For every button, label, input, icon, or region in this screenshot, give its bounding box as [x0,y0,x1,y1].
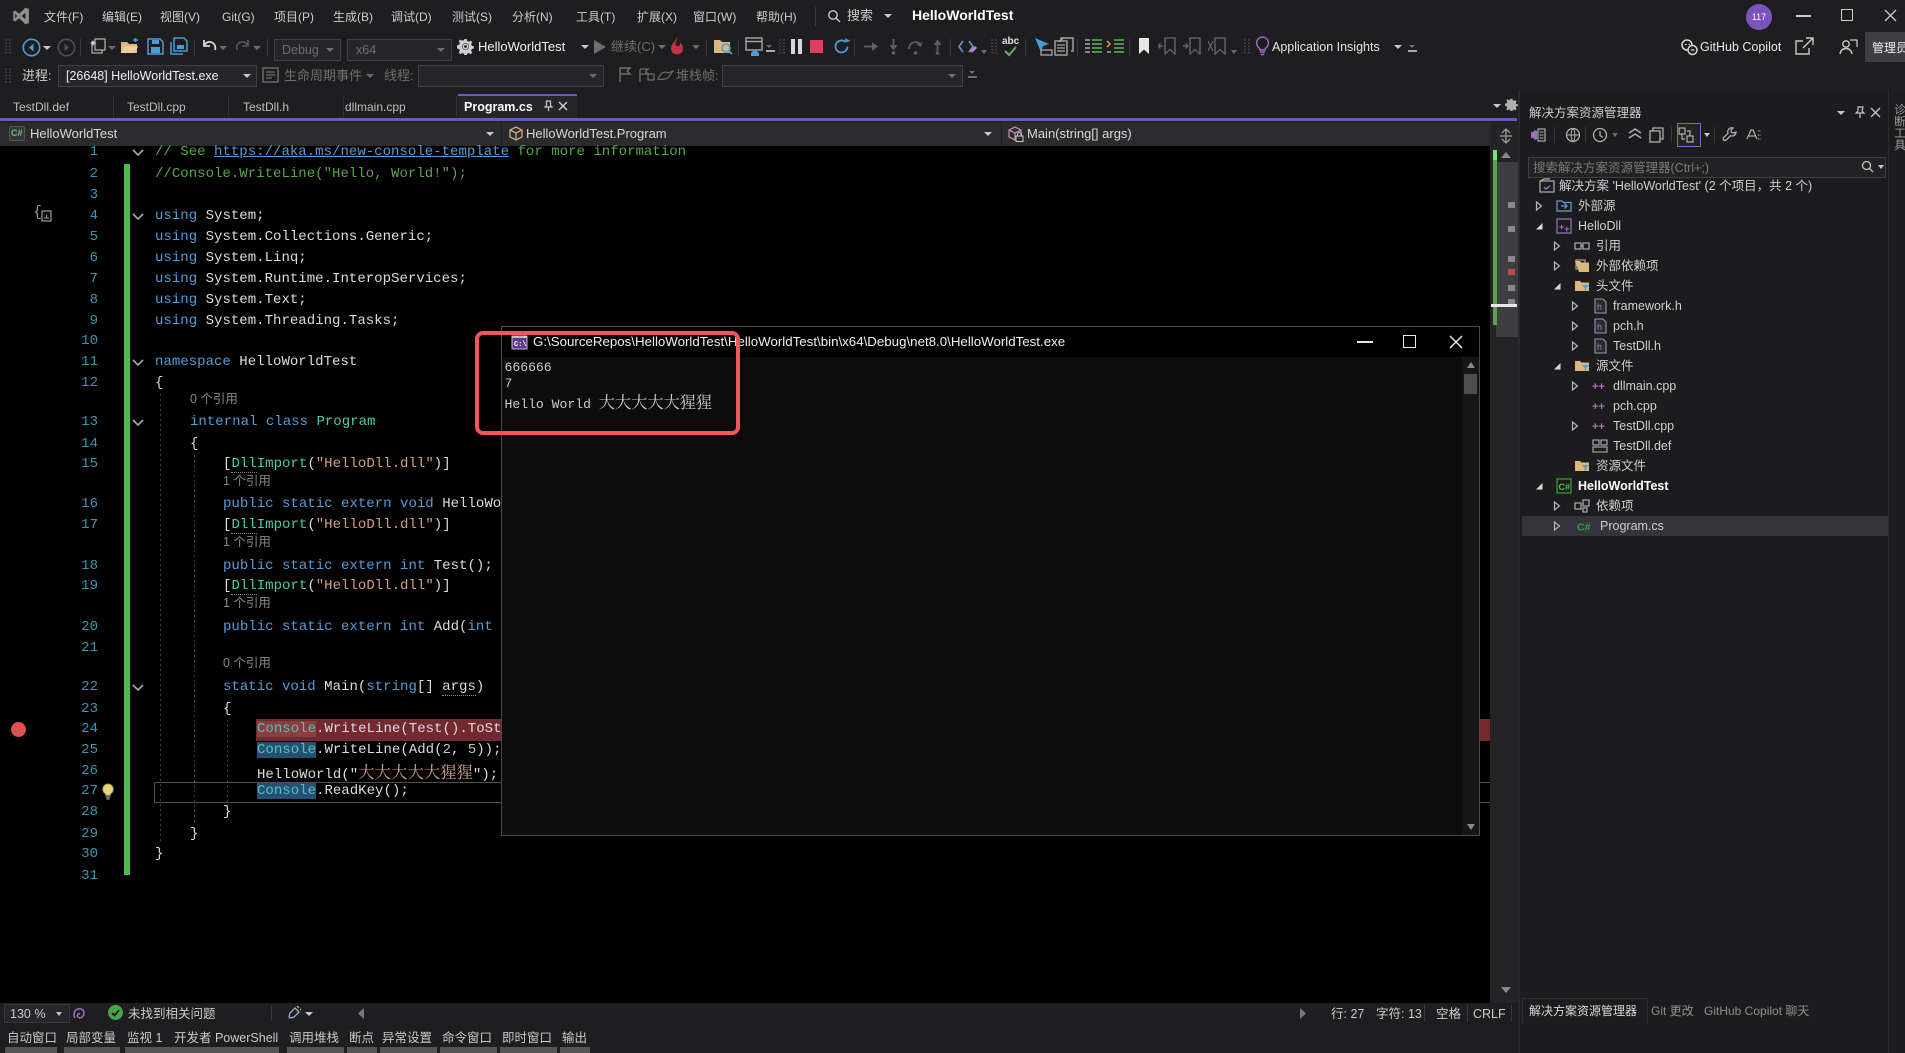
svg-text:C#: C# [1559,482,1571,492]
svg-text:++: ++ [1592,401,1605,413]
svg-text:++: ++ [1592,381,1605,393]
svg-text:h: h [1597,342,1602,352]
svg-text:h: h [1597,322,1602,332]
svg-text:++: ++ [1559,222,1570,234]
svg-text:h: h [1597,302,1602,312]
svg-text:C#: C# [1577,521,1591,533]
svg-text:++: ++ [1592,421,1605,433]
